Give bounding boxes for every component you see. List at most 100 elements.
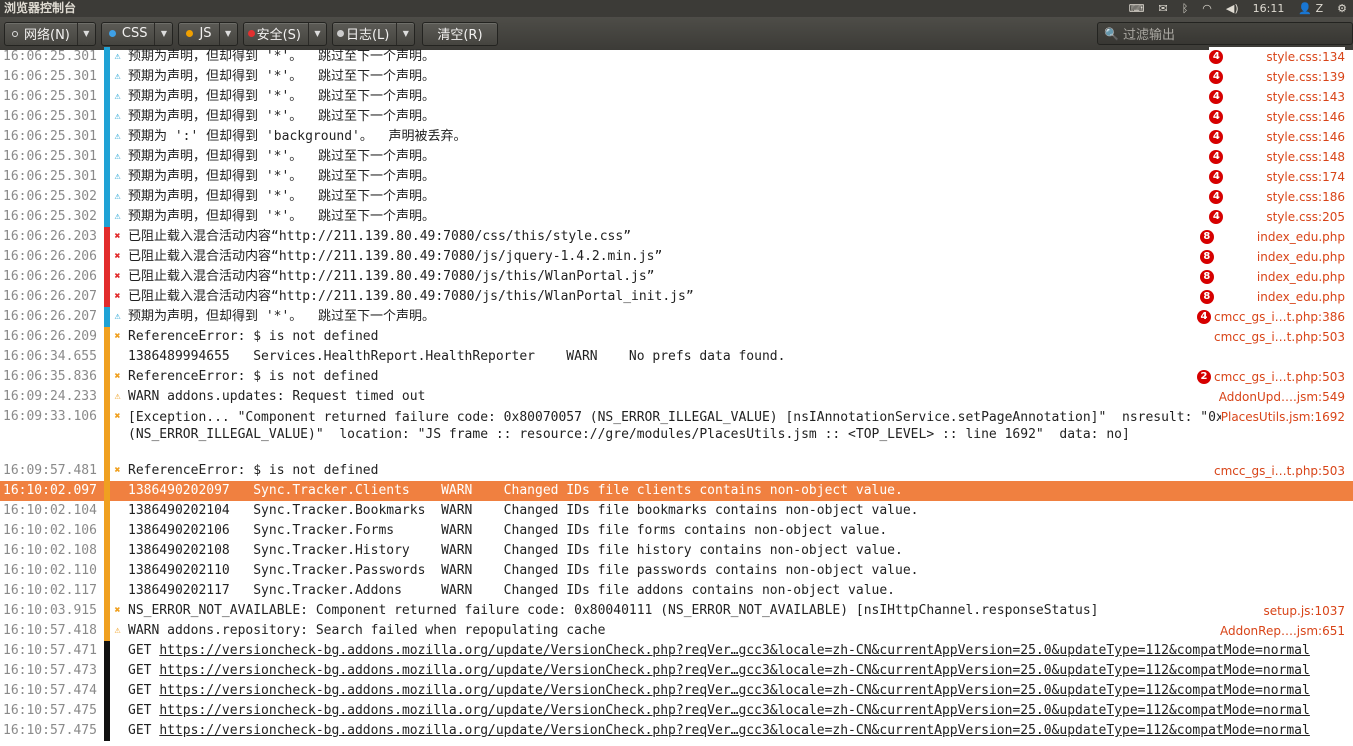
log-source: 8 index_edu.php [1199, 247, 1345, 267]
log-row[interactable]: 16:10:02.117 1386490202117 Sync.Tracker.A… [0, 581, 1353, 601]
source-link[interactable]: index_edu.php [1257, 267, 1345, 287]
source-link[interactable]: style.css:139 [1266, 67, 1345, 87]
log-timestamp: 16:06:26.203 [3, 229, 97, 244]
log-row[interactable]: 16:06:26.206 ✖ 已阻止载入混合活动内容“http://211.139.… [0, 267, 1353, 287]
log-row[interactable]: 16:06:25.301 ⚠ 预期为 ':' 但却得到 'background'。 … [0, 127, 1353, 147]
log-row[interactable]: 16:06:26.207 ✖ 已阻止载入混合活动内容“http://211.139.… [0, 287, 1353, 307]
log-row[interactable]: 16:10:03.915 ✖ NS_ERROR_NOT_AVAILABLE: Com… [0, 601, 1353, 621]
log-row[interactable]: 16:10:57.475 GET https://versioncheck-bg.… [0, 721, 1353, 741]
bluetooth-icon[interactable]: ᛒ [1182, 0, 1189, 17]
log-row[interactable]: 16:10:02.110 1386490202110 Sync.Tracker.P… [0, 561, 1353, 581]
volume-icon[interactable]: ◀) [1226, 0, 1239, 17]
filter-security-button[interactable]: 安全(S) ▼ [242, 21, 327, 46]
log-row[interactable]: 16:10:02.106 1386490202106 Sync.Tracker.F… [0, 521, 1353, 541]
log-row[interactable]: 16:06:25.301 ⚠ 预期为声明，但却得到 '*'。 跳过至下一个声明。 4 s… [0, 67, 1353, 87]
log-message: 预期为声明，但却得到 '*'。 跳过至下一个声明。 [128, 209, 435, 224]
log-row[interactable]: 16:09:24.233 ⚠ WARN addons.updates: Reques… [0, 387, 1353, 407]
clear-button[interactable]: 清空(R) [422, 21, 498, 46]
source-link[interactable]: style.css:205 [1266, 207, 1345, 227]
log-row[interactable]: 16:06:26.209 ✖ ReferenceError: $ is not de… [0, 327, 1353, 347]
chevron-down-icon[interactable]: ▼ [307, 22, 326, 45]
log-source: cmcc_gs_i…t.php:503 [1214, 327, 1345, 347]
filter-css-button[interactable]: CSS ▼ [100, 21, 174, 46]
log-row[interactable]: 16:10:57.471 GET https://versioncheck-bg.… [0, 641, 1353, 661]
filter-js-button[interactable]: JS ▼ [178, 21, 238, 46]
log-row[interactable]: 16:10:02.097 1386490202097 Sync.Tracker.C… [0, 481, 1353, 501]
log-row[interactable]: 16:10:57.473 GET https://versioncheck-bg.… [0, 661, 1353, 681]
source-link[interactable]: cmcc_gs_i…t.php:503 [1214, 461, 1345, 481]
log-row[interactable]: 16:09:57.481 ✖ ReferenceError: $ is not de… [0, 461, 1353, 481]
search-icon: 🔍 [1104, 26, 1119, 41]
log-row[interactable]: 16:10:57.474 GET https://versioncheck-bg.… [0, 681, 1353, 701]
log-row[interactable]: 16:06:25.302 ⚠ 预期为声明，但却得到 '*'。 跳过至下一个声明。 4 s… [0, 207, 1353, 227]
log-row[interactable]: 16:06:25.301 ⚠ 预期为声明，但却得到 '*'。 跳过至下一个声明。 4 s… [0, 167, 1353, 187]
log-row[interactable]: 16:06:26.206 ✖ 已阻止载入混合活动内容“http://211.139.… [0, 247, 1353, 267]
source-link[interactable]: cmcc_gs_i…t.php:386 [1214, 307, 1345, 327]
log-message: NS_ERROR_NOT_AVAILABLE: Component return… [128, 603, 1099, 618]
request-url-link[interactable]: https://versioncheck-bg.addons.mozilla.o… [159, 683, 1310, 698]
log-row[interactable]: 16:06:35.836 ✖ ReferenceError: $ is not de… [0, 367, 1353, 387]
source-link[interactable]: style.css:146 [1266, 107, 1345, 127]
log-message: GET https://versioncheck-bg.addons.mozil… [125, 661, 1353, 681]
log-row[interactable]: 16:06:34.655 1386489994655 Services.Healt… [0, 347, 1353, 367]
chevron-down-icon[interactable]: ▼ [76, 22, 95, 45]
source-link[interactable]: index_edu.php [1257, 247, 1345, 267]
request-url-link[interactable]: https://versioncheck-bg.addons.mozilla.o… [159, 723, 1310, 738]
log-row[interactable]: 16:10:57.418 ⚠ WARN addons.repository: Sea… [0, 621, 1353, 641]
log-row[interactable]: 16:06:26.207 ⚠ 预期为声明，但却得到 '*'。 跳过至下一个声明。 4 c… [0, 307, 1353, 327]
log-timestamp: 16:10:57.475 [3, 703, 97, 718]
source-link[interactable]: PlacesUtils.jsm:1692 [1221, 407, 1345, 427]
source-link[interactable]: style.css:186 [1266, 187, 1345, 207]
chevron-down-icon[interactable]: ▼ [218, 22, 237, 45]
filter-logging-button[interactable]: 日志(L) ▼ [331, 21, 416, 46]
source-link[interactable]: setup.js:1037 [1263, 601, 1345, 621]
source-link[interactable]: style.css:148 [1266, 147, 1345, 167]
clock[interactable]: 16:11 [1253, 0, 1285, 17]
log-row[interactable]: 16:06:25.301 ⚠ 预期为声明，但却得到 '*'。 跳过至下一个声明。 4 s… [0, 87, 1353, 107]
request-url-link[interactable]: https://versioncheck-bg.addons.mozilla.o… [159, 703, 1310, 718]
keyboard-icon[interactable]: ⌨ [1129, 0, 1145, 17]
console-output[interactable]: 16:06:25.301 ⚠ 预期为声明，但却得到 '*'。 跳过至下一个声明。 4 s… [0, 47, 1353, 741]
source-link[interactable]: AddonUpd….jsm:549 [1219, 387, 1345, 407]
log-timestamp: 16:06:26.207 [3, 309, 97, 324]
repeat-count-badge: 8 [1199, 270, 1214, 284]
blank-icon [110, 641, 125, 661]
log-timestamp: 16:10:57.474 [3, 683, 97, 698]
source-link[interactable]: index_edu.php [1257, 227, 1345, 247]
log-row[interactable]: 16:06:25.301 ⚠ 预期为声明，但却得到 '*'。 跳过至下一个声明。 4 s… [0, 107, 1353, 127]
log-row[interactable]: 16:06:25.301 ⚠ 预期为声明，但却得到 '*'。 跳过至下一个声明。 4 s… [0, 147, 1353, 167]
gear-icon[interactable]: ⚙ [1337, 0, 1347, 17]
repeat-count-badge: 4 [1209, 70, 1224, 84]
warning-icon: ⚠ [114, 111, 121, 122]
source-link[interactable]: style.css:174 [1266, 167, 1345, 187]
log-message: 预期为声明，但却得到 '*'。 跳过至下一个声明。 [128, 309, 435, 324]
source-link[interactable]: index_edu.php [1257, 287, 1345, 307]
user-icon[interactable]: 👤 Z [1298, 0, 1323, 17]
log-row[interactable]: 16:10:02.104 1386490202104 Sync.Tracker.B… [0, 501, 1353, 521]
filter-network-button[interactable]: 网络(N) ▼ [4, 21, 96, 46]
mail-icon[interactable]: ✉ [1158, 0, 1167, 17]
log-row[interactable]: 16:06:25.301 ⚠ 预期为声明，但却得到 '*'。 跳过至下一个声明。 4 s… [0, 47, 1353, 67]
window-title: 浏览器控制台 [4, 1, 77, 15]
log-row[interactable]: 16:06:25.302 ⚠ 预期为声明，但却得到 '*'。 跳过至下一个声明。 4 s… [0, 187, 1353, 207]
log-row[interactable]: 16:09:33.106 ✖ [Exception... "Component re… [0, 407, 1353, 461]
log-timestamp: 16:06:25.301 [3, 69, 97, 84]
log-timestamp: 16:06:25.301 [3, 169, 97, 184]
log-timestamp: 16:06:25.301 [3, 149, 97, 164]
source-link[interactable]: cmcc_gs_i…t.php:503 [1214, 367, 1345, 387]
chevron-down-icon[interactable]: ▼ [396, 22, 414, 45]
request-url-link[interactable]: https://versioncheck-bg.addons.mozilla.o… [159, 663, 1310, 678]
request-url-link[interactable]: https://versioncheck-bg.addons.mozilla.o… [159, 643, 1310, 658]
source-link[interactable]: AddonRep….jsm:651 [1220, 621, 1345, 641]
log-row[interactable]: 16:10:02.108 1386490202108 Sync.Tracker.H… [0, 541, 1353, 561]
filter-output-input[interactable]: 🔍 过滤输出 [1097, 22, 1353, 45]
wifi-icon[interactable]: ◠ [1202, 0, 1212, 17]
source-link[interactable]: style.css:146 [1266, 127, 1345, 147]
source-link[interactable]: cmcc_gs_i…t.php:503 [1214, 327, 1345, 347]
chevron-down-icon[interactable]: ▼ [154, 22, 172, 45]
source-link[interactable]: style.css:143 [1266, 87, 1345, 107]
source-link[interactable]: style.css:134 [1266, 47, 1345, 67]
log-row[interactable]: 16:10:57.475 GET https://versioncheck-bg.… [0, 701, 1353, 721]
blank-icon [110, 561, 125, 581]
log-row[interactable]: 16:06:26.203 ✖ 已阻止载入混合活动内容“http://211.139.… [0, 227, 1353, 247]
